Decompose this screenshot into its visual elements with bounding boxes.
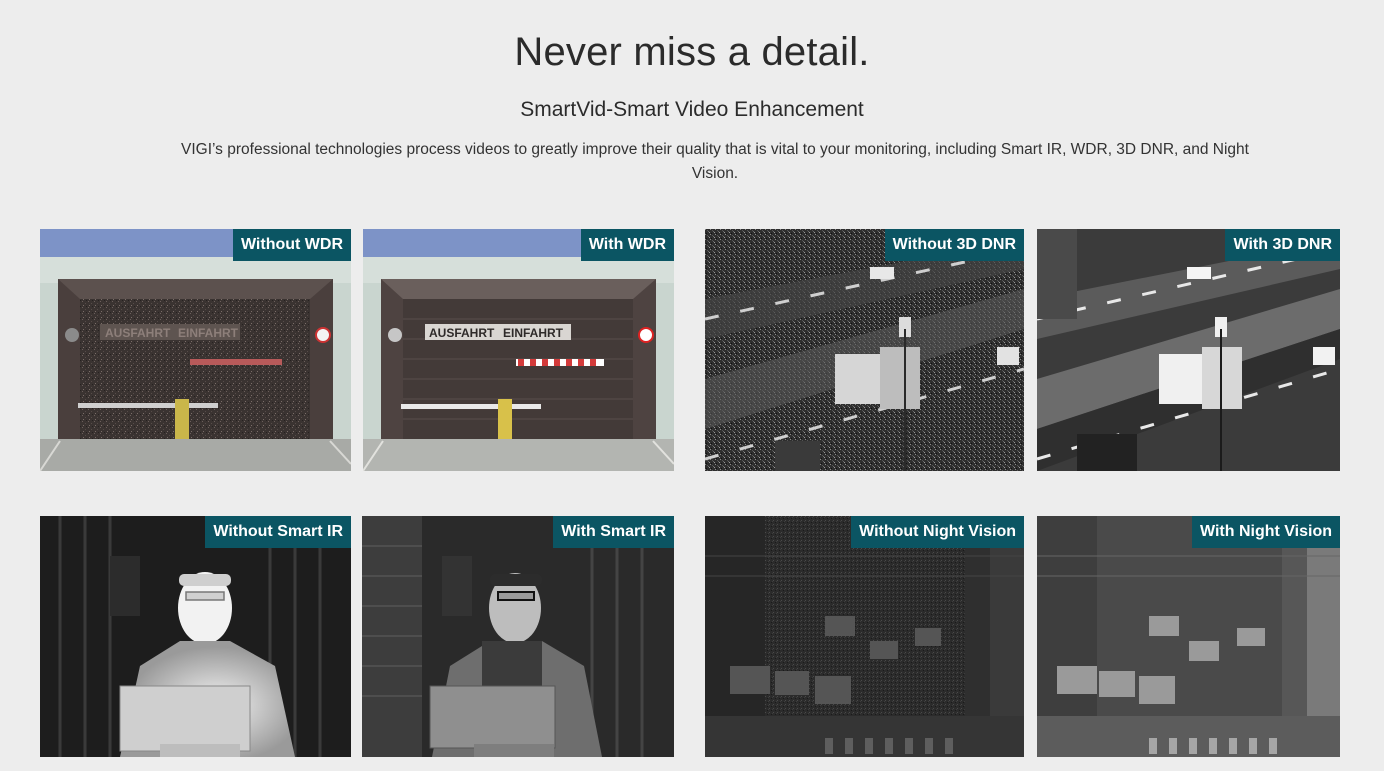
night-vision-with-label: With Night Vision bbox=[1192, 516, 1340, 548]
wdr-without-image: AUSFAHRT EINFAHRT Without WDR bbox=[40, 229, 351, 471]
wdr-without-sign-text: AUSFAHRT bbox=[105, 326, 171, 340]
dnr-with-image: With 3D DNR bbox=[1037, 229, 1340, 471]
wdr-with-label: With WDR bbox=[580, 229, 674, 261]
section-subtitle: SmartVid-Smart Video Enhancement bbox=[520, 98, 864, 121]
smart-ir-with-image: With Smart IR bbox=[362, 516, 674, 757]
wdr-without-label: Without WDR bbox=[232, 229, 351, 261]
night-vision-without-label: Without Night Vision bbox=[851, 516, 1024, 548]
night-vision-with-image: With Night Vision bbox=[1037, 516, 1340, 757]
section-description: VIGI’s professional technologies process… bbox=[181, 141, 1249, 182]
dnr-with-label: With 3D DNR bbox=[1225, 229, 1340, 261]
wdr-with-image: AUSFAHRT EINFAHRT With WDR bbox=[363, 229, 674, 471]
night-vision-without-image: Without Night Vision bbox=[705, 516, 1024, 757]
smart-ir-without-label: Without Smart IR bbox=[205, 516, 351, 548]
dnr-without-label: Without 3D DNR bbox=[884, 229, 1024, 261]
wdr-without-sign-text-2: EINFAHRT bbox=[178, 326, 239, 340]
smart-ir-with-label: With Smart IR bbox=[553, 516, 674, 548]
wdr-with-sign-text-2: EINFAHRT bbox=[503, 326, 564, 340]
page-title: Never miss a detail. bbox=[514, 30, 870, 74]
smart-ir-without-image: Without Smart IR bbox=[40, 516, 351, 757]
wdr-with-sign-text: AUSFAHRT bbox=[429, 326, 495, 340]
dnr-without-image: Without 3D DNR bbox=[705, 229, 1024, 471]
